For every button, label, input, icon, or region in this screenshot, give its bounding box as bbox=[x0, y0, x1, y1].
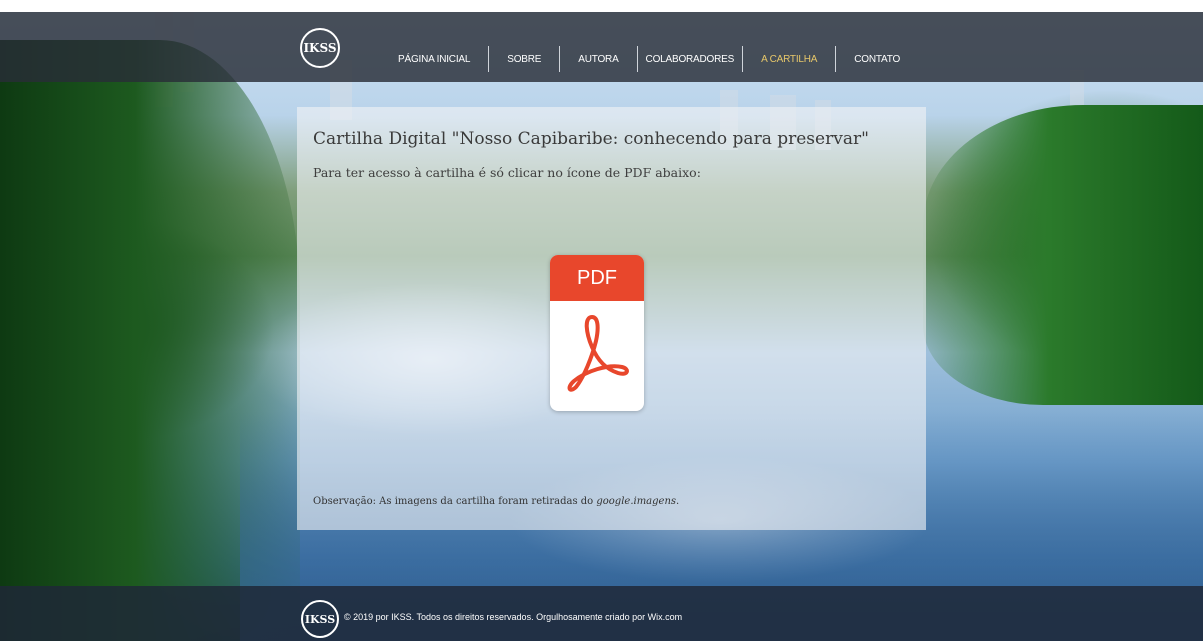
ikss-logo[interactable]: IKSS bbox=[300, 28, 340, 68]
nav-contato[interactable]: CONTATO bbox=[836, 54, 918, 65]
nav-pagina-inicial[interactable]: PÁGINA INICIAL bbox=[380, 54, 488, 65]
footer-ikss-logo[interactable]: IKSS bbox=[301, 600, 339, 638]
pdf-label: PDF bbox=[550, 255, 644, 301]
nav-colaboradores[interactable]: COLABORADORES bbox=[638, 54, 743, 65]
main-navigation: PÁGINA INICIAL SOBRE AUTORA COLABORADORE… bbox=[380, 44, 918, 74]
trees-right bbox=[923, 105, 1203, 405]
image-source-note: Observação: As imagens da cartilha foram… bbox=[313, 496, 679, 507]
note-text: Observação: As imagens da cartilha foram… bbox=[313, 496, 597, 507]
note-source: google.imagens bbox=[596, 496, 677, 507]
nav-autora[interactable]: AUTORA bbox=[560, 54, 636, 65]
site-footer: IKSS © 2019 por IKSS. Todos os direitos … bbox=[0, 586, 1203, 641]
page-title: Cartilha Digital "Nosso Capibaribe: conh… bbox=[313, 129, 869, 149]
nav-a-cartilha[interactable]: A CARTILHA bbox=[743, 54, 835, 65]
note-period: . bbox=[676, 496, 680, 507]
content-panel: Cartilha Digital "Nosso Capibaribe: conh… bbox=[297, 107, 926, 530]
site-header: IKSS PÁGINA INICIAL SOBRE AUTORA COLABOR… bbox=[0, 12, 1203, 82]
nav-sobre[interactable]: SOBRE bbox=[489, 54, 559, 65]
top-strip bbox=[0, 0, 1203, 12]
copyright-text: © 2019 por IKSS. Todos os direitos reser… bbox=[344, 612, 683, 622]
page-instructions: Para ter acesso à cartilha é só clicar n… bbox=[313, 165, 701, 180]
pdf-icon bbox=[567, 315, 629, 392]
pdf-download-button[interactable]: PDF bbox=[550, 255, 644, 411]
